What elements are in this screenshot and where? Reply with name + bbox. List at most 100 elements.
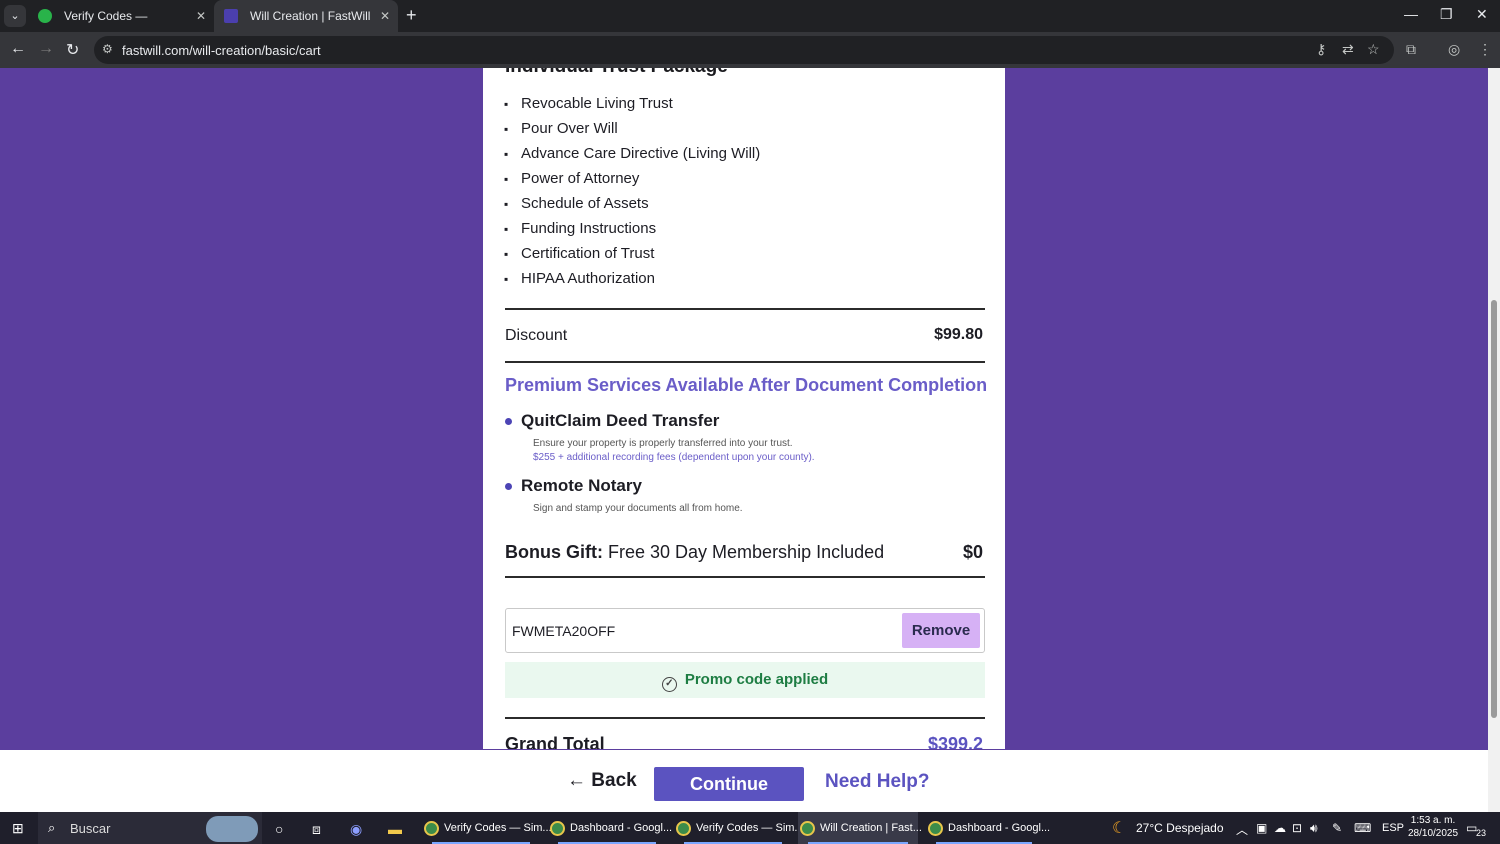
discord-icon[interactable]: ◉	[350, 821, 362, 838]
package-item: Advance Care Directive (Living Will)	[504, 144, 760, 169]
windows-start-icon[interactable]: ⊞	[12, 820, 24, 837]
divider	[505, 308, 985, 310]
address-bar[interactable]: ⚙ fastwill.com/will-creation/basic/cart	[94, 36, 1394, 64]
bookmark-star-icon[interactable]: ☆	[1367, 41, 1380, 58]
package-item: Certification of Trust	[504, 244, 760, 269]
forward-arrow-icon[interactable]: →	[38, 40, 54, 58]
service-fee: $255 + additional recording fees (depend…	[533, 452, 815, 463]
show-hidden-icons-icon[interactable]: ︿	[1236, 821, 1248, 838]
back-button[interactable]: ← Back	[567, 770, 637, 792]
cart-card: Individual Trust Package Revocable Livin…	[483, 68, 1005, 750]
need-help-link[interactable]: Need Help?	[825, 771, 930, 793]
volume-icon[interactable]: 🔊︎	[1310, 821, 1318, 836]
tab-will-creation[interactable]: Will Creation | FastWill ✕	[214, 0, 398, 32]
promo-status-text: Promo code applied	[684, 671, 829, 688]
close-tab-icon[interactable]: ✕	[380, 0, 390, 32]
chrome-icon	[800, 821, 815, 836]
translate-icon[interactable]: ⇄	[1342, 41, 1354, 58]
bullet-icon	[505, 483, 512, 490]
pen-icon[interactable]: ✎	[1332, 821, 1342, 835]
taskbar-app-title: Dashboard - Googl...	[948, 822, 1051, 834]
premium-services-heading: Premium Services Available After Documen…	[505, 375, 988, 395]
tab-search-icon[interactable]: ⌄	[4, 5, 26, 27]
package-item: Pour Over Will	[504, 119, 760, 144]
url-text: fastwill.com/will-creation/basic/cart	[122, 43, 321, 58]
discount-label: Discount	[505, 327, 568, 344]
taskbar-app-chrome[interactable]: Dashboard - Googl...	[548, 812, 672, 844]
close-window-icon[interactable]: ✕	[1476, 6, 1488, 23]
divider	[505, 361, 985, 363]
tab-title: Will Creation | FastWill	[250, 9, 371, 23]
restore-icon[interactable]: ❐	[1440, 6, 1453, 23]
taskbar-app-chrome-active[interactable]: Will Creation | Fast...	[798, 812, 922, 844]
search-icon: ⌕	[48, 820, 56, 835]
cortana-icon[interactable]: ○	[275, 821, 283, 837]
bonus-price: $0	[962, 542, 983, 562]
new-tab-icon[interactable]: +	[406, 5, 417, 26]
task-view-icon[interactable]: ⧈	[312, 821, 321, 838]
search-placeholder: Buscar	[70, 821, 111, 836]
remove-promo-button[interactable]: Remove	[902, 613, 980, 648]
promo-code-input[interactable]	[512, 620, 892, 642]
arrow-left-icon: ←	[567, 770, 586, 791]
promo-code-box: Remove	[505, 608, 985, 653]
clock-time: 1:53 a. m.	[1410, 815, 1456, 826]
language-indicator[interactable]: ESP	[1382, 822, 1404, 834]
continue-button[interactable]: Continue	[654, 767, 804, 801]
package-item: Funding Instructions	[504, 219, 760, 244]
fastwill-favicon-icon	[224, 9, 238, 23]
scrollbar-thumb[interactable]	[1491, 300, 1497, 718]
taskbar-app-chrome[interactable]: Verify Codes — Sim...	[422, 812, 552, 844]
close-tab-icon[interactable]: ✕	[196, 0, 206, 32]
back-arrow-icon[interactable]: ←	[10, 40, 26, 58]
package-item-list: Revocable Living Trust Pour Over Will Ad…	[504, 94, 760, 294]
taskbar-app-chrome[interactable]: Verify Codes — Sim...	[674, 812, 804, 844]
file-explorer-icon[interactable]: ▬	[388, 821, 402, 837]
back-label: Back	[591, 770, 637, 791]
package-title: Individual Trust Package	[505, 68, 728, 78]
chrome-icon	[928, 821, 943, 836]
taskbar-search[interactable]: ⌕ Buscar	[38, 812, 262, 844]
package-item: HIPAA Authorization	[504, 269, 760, 294]
browser-toolbar: ← → ↻ ⚙ fastwill.com/will-creation/basic…	[0, 32, 1500, 68]
package-item: Revocable Living Trust	[504, 94, 760, 119]
password-key-icon[interactable]: ⚷	[1316, 41, 1326, 58]
weather-text[interactable]: 27°C Despejado	[1136, 821, 1224, 835]
search-highlight-image	[206, 816, 258, 842]
onedrive-icon[interactable]: ☁	[1274, 821, 1286, 835]
cart-footer: ← Back Continue Need Help?	[0, 749, 1488, 812]
taskbar-app-title: Dashboard - Googl...	[570, 822, 673, 834]
minimize-icon[interactable]: —	[1404, 6, 1418, 22]
tab-verify-codes[interactable]: Verify Codes — SimplyCodes ✕	[28, 0, 214, 55]
site-settings-icon[interactable]: ⚙	[102, 42, 113, 56]
tray-app-icon[interactable]: ▣	[1256, 821, 1267, 835]
browser-tab-bar: ⌄ Verify Codes — SimplyCodes ✕ Will Crea…	[0, 0, 1500, 55]
service-name: Remote Notary	[521, 476, 642, 495]
bullet-icon	[505, 418, 512, 425]
browser-menu-icon[interactable]: ⋮	[1478, 41, 1492, 58]
promo-applied-banner: ✓ Promo code applied	[505, 662, 985, 698]
taskbar-app-chrome[interactable]: Dashboard - Googl...	[926, 812, 1050, 844]
chrome-icon	[550, 821, 565, 836]
network-icon[interactable]: ⊡	[1292, 821, 1302, 835]
taskbar-app-title: Verify Codes — Sim...	[444, 822, 552, 834]
bonus-label: Bonus Gift:	[505, 542, 603, 562]
profile-icon[interactable]: ◎	[1448, 41, 1460, 58]
clock-date: 28/10/2025	[1408, 828, 1459, 839]
taskbar-app-title: Will Creation | Fast...	[820, 822, 922, 834]
windows-taskbar: ⊞ ⌕ Buscar ○ ⧈ ◉ ▬ Verify Codes — Sim...…	[0, 812, 1500, 844]
keyboard-icon[interactable]: ⌨	[1354, 821, 1371, 835]
reload-icon[interactable]: ↻	[66, 40, 79, 60]
bonus-text: Free 30 Day Membership Included	[608, 542, 885, 562]
chrome-icon	[424, 821, 439, 836]
grand-total-value: $399.2	[927, 734, 983, 750]
check-circle-icon: ✓	[661, 677, 677, 692]
page-scrollbar[interactable]	[1488, 68, 1500, 812]
moon-weather-icon[interactable]: ☾	[1112, 818, 1126, 838]
service-description: Ensure your property is properly transfe…	[533, 438, 793, 449]
chrome-icon	[676, 821, 691, 836]
taskbar-app-title: Verify Codes — Sim...	[696, 822, 804, 834]
taskbar-clock[interactable]: 1:53 a. m. 28/10/2025	[1408, 814, 1458, 840]
package-item: Power of Attorney	[504, 169, 760, 194]
extensions-icon[interactable]: ⧉	[1406, 41, 1416, 58]
